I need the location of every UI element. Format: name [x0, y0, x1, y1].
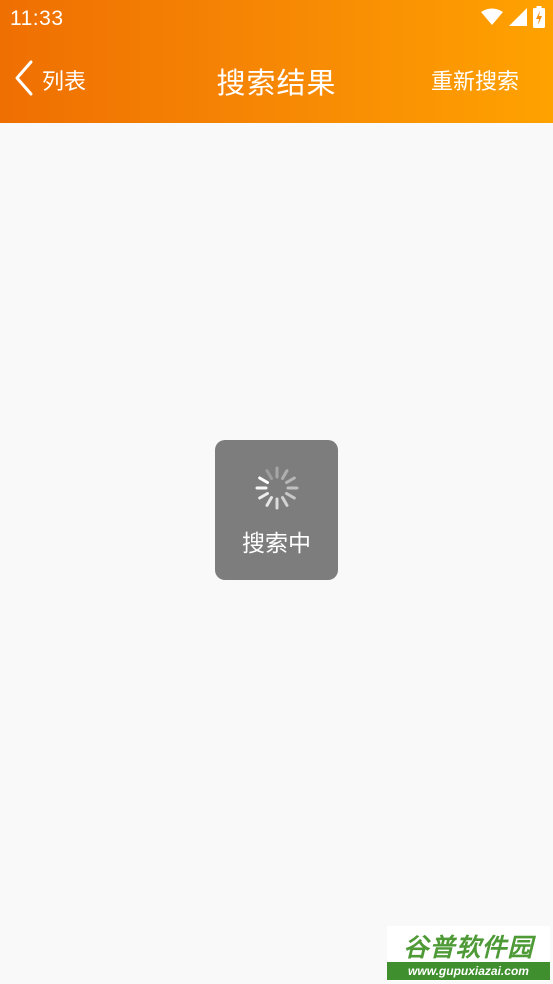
spinner-spoke — [281, 496, 289, 507]
spinner-spoke — [265, 496, 273, 507]
spinner-spoke — [281, 469, 289, 480]
spinner-icon — [254, 465, 300, 511]
chevron-left-icon — [14, 60, 34, 100]
battery-charging-icon — [533, 6, 545, 32]
spinner-spoke — [265, 469, 273, 480]
app-header: 11:33 列表 搜索结果 重新搜索 — [0, 0, 553, 123]
spinner-spoke — [285, 492, 296, 500]
watermark-logo: 谷普软件园 www.gupuxiazai.com — [387, 926, 550, 981]
search-again-button[interactable]: 重新搜索 — [431, 64, 519, 96]
status-time: 11:33 — [10, 7, 64, 30]
watermark-title: 谷普软件园 — [403, 933, 534, 962]
status-bar: 11:33 — [0, 0, 553, 38]
back-button[interactable]: 列表 — [14, 60, 86, 100]
wifi-icon — [481, 8, 503, 30]
loading-text: 搜索中 — [242, 531, 311, 557]
signal-icon — [509, 8, 527, 30]
status-icons — [481, 6, 545, 32]
nav-bar: 列表 搜索结果 重新搜索 — [0, 38, 553, 123]
back-label: 列表 — [42, 70, 87, 95]
watermark-url: www.gupuxiazai.com — [387, 962, 550, 980]
spinner-spoke — [258, 492, 269, 500]
spinner-spoke — [258, 476, 269, 484]
spinner-spoke — [285, 476, 296, 484]
loading-toast: 搜索中 — [215, 440, 338, 580]
